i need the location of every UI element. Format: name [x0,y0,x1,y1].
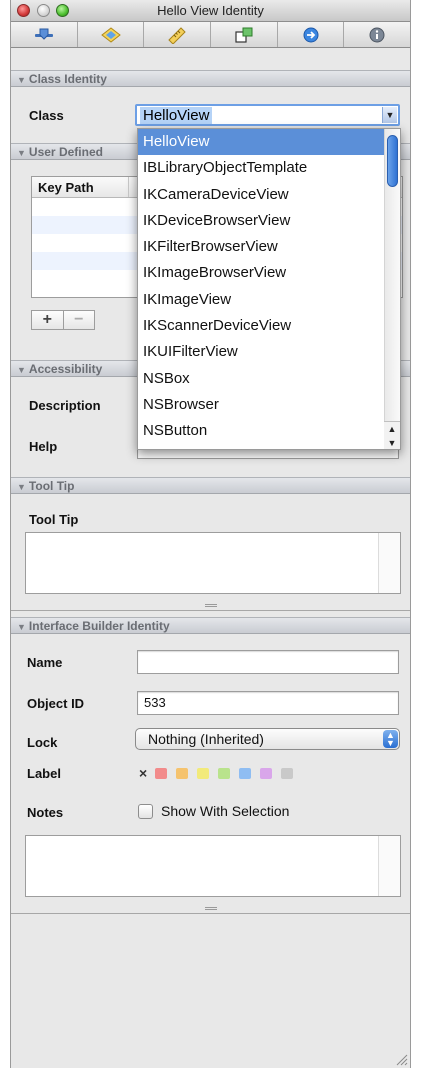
size-tab[interactable] [144,22,212,47]
dropdown-item[interactable]: IKUIFilterView [138,339,400,365]
help-label: Help [29,439,58,454]
disclosure-triangle-icon: ▼ [17,148,26,158]
title-bar: Hello View Identity [11,0,410,22]
resize-grip[interactable] [205,907,217,910]
disclosure-triangle-icon: ▼ [17,622,26,632]
lock-label: Lock [27,735,58,750]
label-color-picker: × [139,765,302,781]
diamond-icon [100,26,121,43]
notes-label: Notes [27,805,64,820]
effects-tab[interactable] [78,22,145,47]
lock-popup-value: Nothing (Inherited) [148,731,264,747]
section-divider [11,610,410,611]
notes-scrollbar[interactable] [378,836,400,896]
inspector-window: Hello View Identity ▼ Class Identity Cla… [10,0,411,1068]
description-label: Description [29,398,101,413]
add-button[interactable]: + [32,311,63,329]
dropdown-item[interactable]: NSButton [138,418,400,444]
dropdown-item[interactable]: IKImageView [138,287,400,313]
tool-tip-textarea[interactable] [25,532,401,594]
ruler-icon [168,26,186,44]
clear-label-icon[interactable]: × [139,765,147,781]
window-title: Hello View Identity [157,3,264,18]
name-field[interactable] [137,650,399,674]
dropdown-item[interactable]: IKImageBrowserView [138,260,400,286]
resize-grip[interactable] [205,604,217,607]
class-value[interactable]: HelloView [140,107,213,124]
section-divider [11,913,410,914]
label-color-orange[interactable] [176,767,189,779]
dropdown-item[interactable]: IKFilterBrowserView [138,234,400,260]
class-identity-header[interactable]: ▼ Class Identity [11,70,410,87]
class-dropdown-list[interactable]: HelloView IBLibraryObjectTemplate IKCamera… [137,128,401,450]
lock-popup[interactable]: Nothing (Inherited) ▲ ▼ [135,728,400,750]
dropdown-item[interactable]: IBLibraryObjectTemplate [138,155,400,181]
label-label: Label [27,766,61,781]
show-with-selection-checkbox[interactable] [138,804,153,819]
class-combo-box[interactable]: HelloView ▼ [135,104,400,126]
dropdown-item[interactable]: NSBox [138,366,400,392]
bindings-tab[interactable] [278,22,345,47]
tool-tip-scrollbar[interactable] [378,533,400,593]
ib-identity-header[interactable]: ▼ Interface Builder Identity [11,617,410,634]
chevron-down-icon[interactable]: ▼ [382,107,397,123]
add-remove-control: + − [31,310,95,330]
label-color-gray[interactable] [281,767,294,779]
label-color-yellow[interactable] [197,767,210,779]
dropdown-item[interactable]: NSBrowser [138,392,400,418]
object-id-field[interactable]: 533 [137,691,399,715]
attributes-tab[interactable] [11,22,78,47]
connections-icon [235,27,253,43]
scroll-arrows-icon[interactable]: ▲ ▼ [384,421,400,449]
class-label: Class [29,108,64,123]
label-color-red[interactable] [155,767,168,779]
label-color-blue[interactable] [239,767,252,779]
identity-tab[interactable] [344,22,410,47]
info-icon [369,27,385,42]
label-color-purple[interactable] [260,767,273,779]
dropdown-item[interactable]: HelloView [138,129,400,156]
label-color-green[interactable] [218,767,231,779]
disclosure-triangle-icon: ▼ [17,75,26,85]
remove-button[interactable]: − [62,311,95,329]
tool-tip-header[interactable]: ▼ Tool Tip [11,477,410,494]
tool-tip-label: Tool Tip [29,512,79,527]
name-label: Name [27,655,63,670]
inspector-tab-bar [11,22,410,48]
notes-textarea[interactable] [25,835,401,897]
updown-arrows-icon: ▲ ▼ [383,730,398,748]
show-with-selection-label[interactable]: Show With Selection [161,803,289,819]
arrow-circle-icon [303,27,319,42]
disclosure-triangle-icon: ▼ [17,482,26,492]
dropdown-item[interactable]: IKCameraDeviceView [138,182,400,208]
dropdown-scrollbar[interactable]: ▲ ▼ [384,129,400,449]
slider-icon [34,28,53,40]
dropdown-scroll-thumb[interactable] [387,135,398,187]
window-resize-icon[interactable] [394,1052,408,1066]
column-divider [128,177,129,197]
dropdown-item[interactable]: IKDeviceBrowserView [138,208,400,234]
dropdown-item[interactable]: IKScannerDeviceView [138,313,400,339]
disclosure-triangle-icon: ▼ [17,365,26,375]
connections-tab[interactable] [211,22,278,47]
object-id-label: Object ID [27,696,85,711]
